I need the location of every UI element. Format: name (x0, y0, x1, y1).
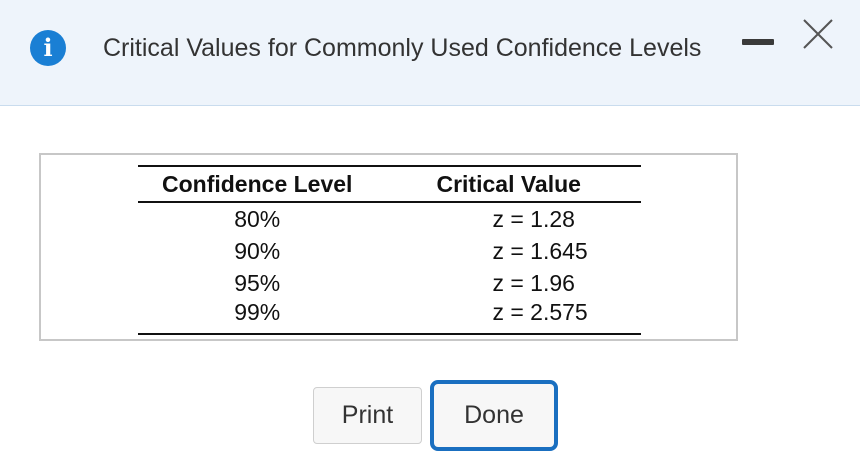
table-row: 90% z = 1.645 (138, 235, 641, 267)
confidence-level-cell: 99% (138, 299, 377, 335)
close-button[interactable] (800, 16, 836, 52)
table-header-row: Confidence Level Critical Value (138, 165, 641, 203)
critical-value-cell: z = 1.96 (492, 269, 575, 296)
column-header-critical-value: Critical Value (376, 165, 641, 203)
dialog-title: Critical Values for Commonly Used Confid… (103, 34, 702, 62)
info-icon: i (30, 30, 66, 66)
close-icon (803, 19, 833, 49)
table-row: 99% z = 2.575 (138, 299, 641, 335)
table-row: 95% z = 1.96 (138, 267, 641, 299)
dialog: i Critical Values for Commonly Used Conf… (0, 0, 860, 470)
critical-value-cell: z = 1.645 (492, 237, 588, 264)
confidence-level-cell: 90% (234, 237, 281, 264)
column-header-confidence-level: Confidence Level (138, 165, 377, 203)
critical-values-table: Confidence Level Critical Value 80% z = … (138, 165, 641, 335)
done-button[interactable]: Done (430, 380, 558, 451)
critical-value-cell: z = 2.575 (376, 299, 641, 335)
dialog-header: i Critical Values for Commonly Used Conf… (0, 0, 860, 106)
content-box: Confidence Level Critical Value 80% z = … (39, 153, 738, 341)
print-button[interactable]: Print (313, 387, 422, 444)
confidence-level-cell: 80% (234, 205, 281, 232)
confidence-level-cell: 95% (234, 269, 281, 296)
table-row: 80% z = 1.28 (138, 202, 641, 235)
collapse-bar-icon (742, 39, 774, 45)
critical-value-cell: z = 1.28 (492, 205, 575, 232)
